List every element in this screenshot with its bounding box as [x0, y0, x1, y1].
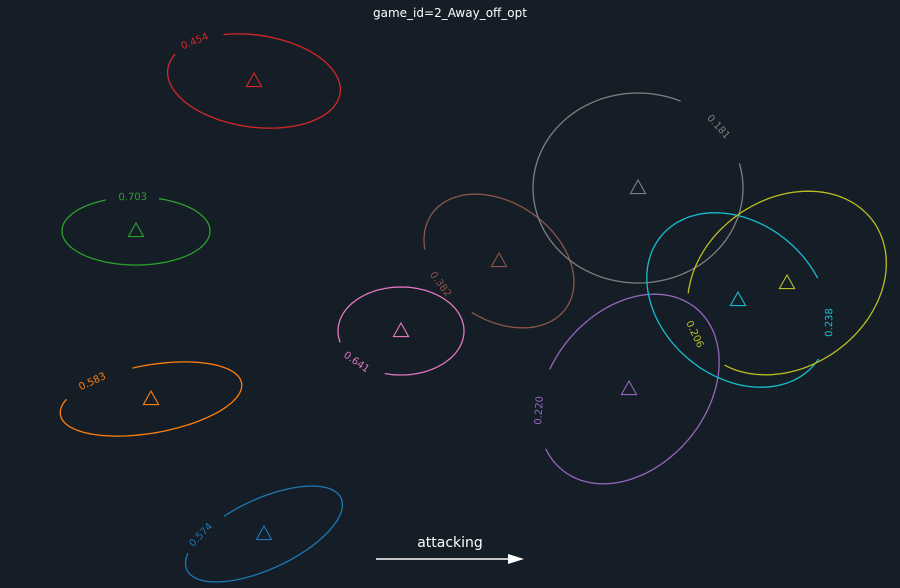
player-marker: [629, 178, 647, 195]
player-marker: [620, 379, 638, 396]
player-5: 0.641: [337, 286, 465, 376]
player-2: 0.703: [61, 192, 211, 266]
player-ellipse: [646, 212, 820, 388]
player-marker: [778, 273, 796, 290]
player-4: 0.574: [184, 485, 344, 583]
player-marker: [142, 389, 160, 406]
player-marker: [392, 321, 410, 338]
player-value-label: 0.574: [187, 521, 215, 549]
direction-label: attacking: [417, 535, 483, 551]
player-value-label: 0.641: [341, 350, 371, 375]
player-value-label: 0.238: [824, 308, 835, 337]
player-marker: [127, 221, 145, 238]
player-marker: [490, 251, 508, 268]
player-10: 0.206: [683, 190, 887, 376]
attack-direction-indicator: attacking: [376, 535, 524, 564]
player-9: 0.238: [646, 212, 835, 388]
player-marker: [245, 71, 263, 88]
chart-title: game_id=2_Away_off_opt: [373, 6, 527, 20]
player-value-label: 0.206: [683, 319, 705, 350]
player-6: 0.382: [423, 193, 575, 329]
player-value-label: 0.454: [180, 31, 211, 52]
player-ellipse: [423, 193, 575, 329]
player-7: 0.181: [532, 92, 744, 284]
player-ellipse: [59, 361, 243, 437]
player-value-label: 0.220: [533, 396, 546, 425]
player-ellipse: [61, 198, 211, 266]
direction-arrow-head: [508, 554, 524, 564]
player-value-label: 0.703: [118, 192, 147, 204]
players-layer: 0.454 0.703 0.583 0.574 0.641 0.382 0.181 0.220…: [59, 31, 887, 583]
player-value-label: 0.181: [704, 113, 732, 141]
player-marker: [255, 524, 273, 541]
pitch-chart: game_id=2_Away_off_opt 0.4540.7030.5830.…: [59, 6, 887, 583]
player-value-label: 0.382: [427, 270, 453, 300]
player-1: 0.454: [166, 31, 342, 129]
player-marker: [729, 290, 747, 307]
player-value-label: 0.583: [77, 371, 108, 393]
player-3: 0.583: [59, 361, 243, 437]
